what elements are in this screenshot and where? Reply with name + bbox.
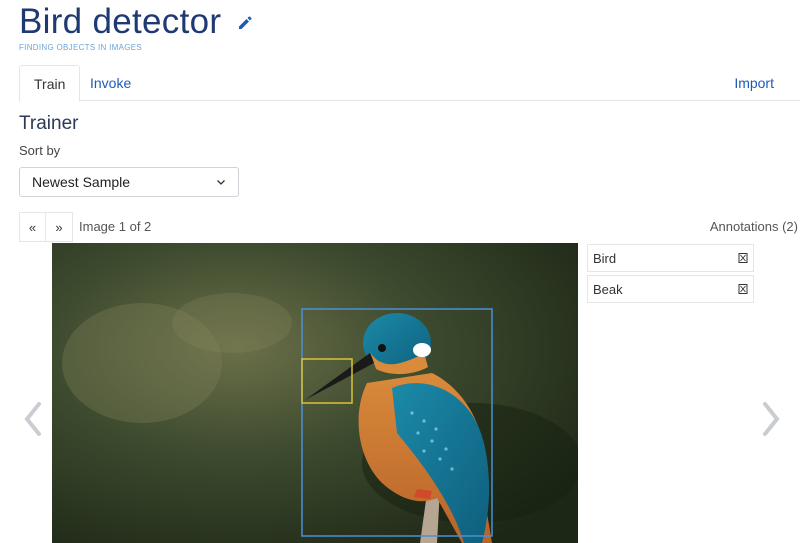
page-title: Bird detector bbox=[19, 2, 222, 41]
image-pager: « » bbox=[19, 212, 73, 242]
tab-bar: Train Invoke Import bbox=[19, 65, 800, 102]
sample-image[interactable] bbox=[52, 243, 578, 543]
delete-icon[interactable] bbox=[738, 284, 748, 294]
annotation-item-beak[interactable]: Beak bbox=[587, 275, 754, 303]
previous-image-button[interactable]: « bbox=[19, 212, 46, 242]
kingfisher-photo bbox=[52, 243, 578, 543]
page-subtitle: FINDING OBJECTS IN IMAGES bbox=[19, 43, 143, 52]
sort-label: Sort by bbox=[19, 143, 61, 158]
chevron-left-icon[interactable] bbox=[22, 400, 44, 438]
annotation-label: Bird bbox=[593, 250, 617, 266]
annotation-label: Beak bbox=[593, 281, 623, 297]
import-link[interactable]: Import bbox=[720, 65, 788, 101]
title-row: Bird detector bbox=[19, 2, 253, 42]
chevron-right-icon[interactable] bbox=[760, 400, 782, 438]
sort-select[interactable]: Newest Sample bbox=[19, 167, 239, 197]
annotation-item-bird[interactable]: Bird bbox=[587, 244, 754, 272]
next-image-button[interactable]: » bbox=[46, 212, 73, 242]
sort-select-value: Newest Sample bbox=[32, 174, 131, 190]
pencil-icon[interactable] bbox=[237, 15, 253, 31]
tab-train[interactable]: Train bbox=[19, 65, 81, 102]
chevron-down-icon bbox=[217, 180, 225, 185]
tab-invoke[interactable]: Invoke bbox=[76, 65, 145, 101]
image-counter: Image 1 of 2 bbox=[79, 219, 152, 234]
delete-icon[interactable] bbox=[738, 253, 748, 263]
annotations-count: Annotations (2) bbox=[709, 219, 798, 234]
section-title: Trainer bbox=[19, 113, 79, 134]
annotation-list: Bird Beak bbox=[587, 244, 754, 306]
